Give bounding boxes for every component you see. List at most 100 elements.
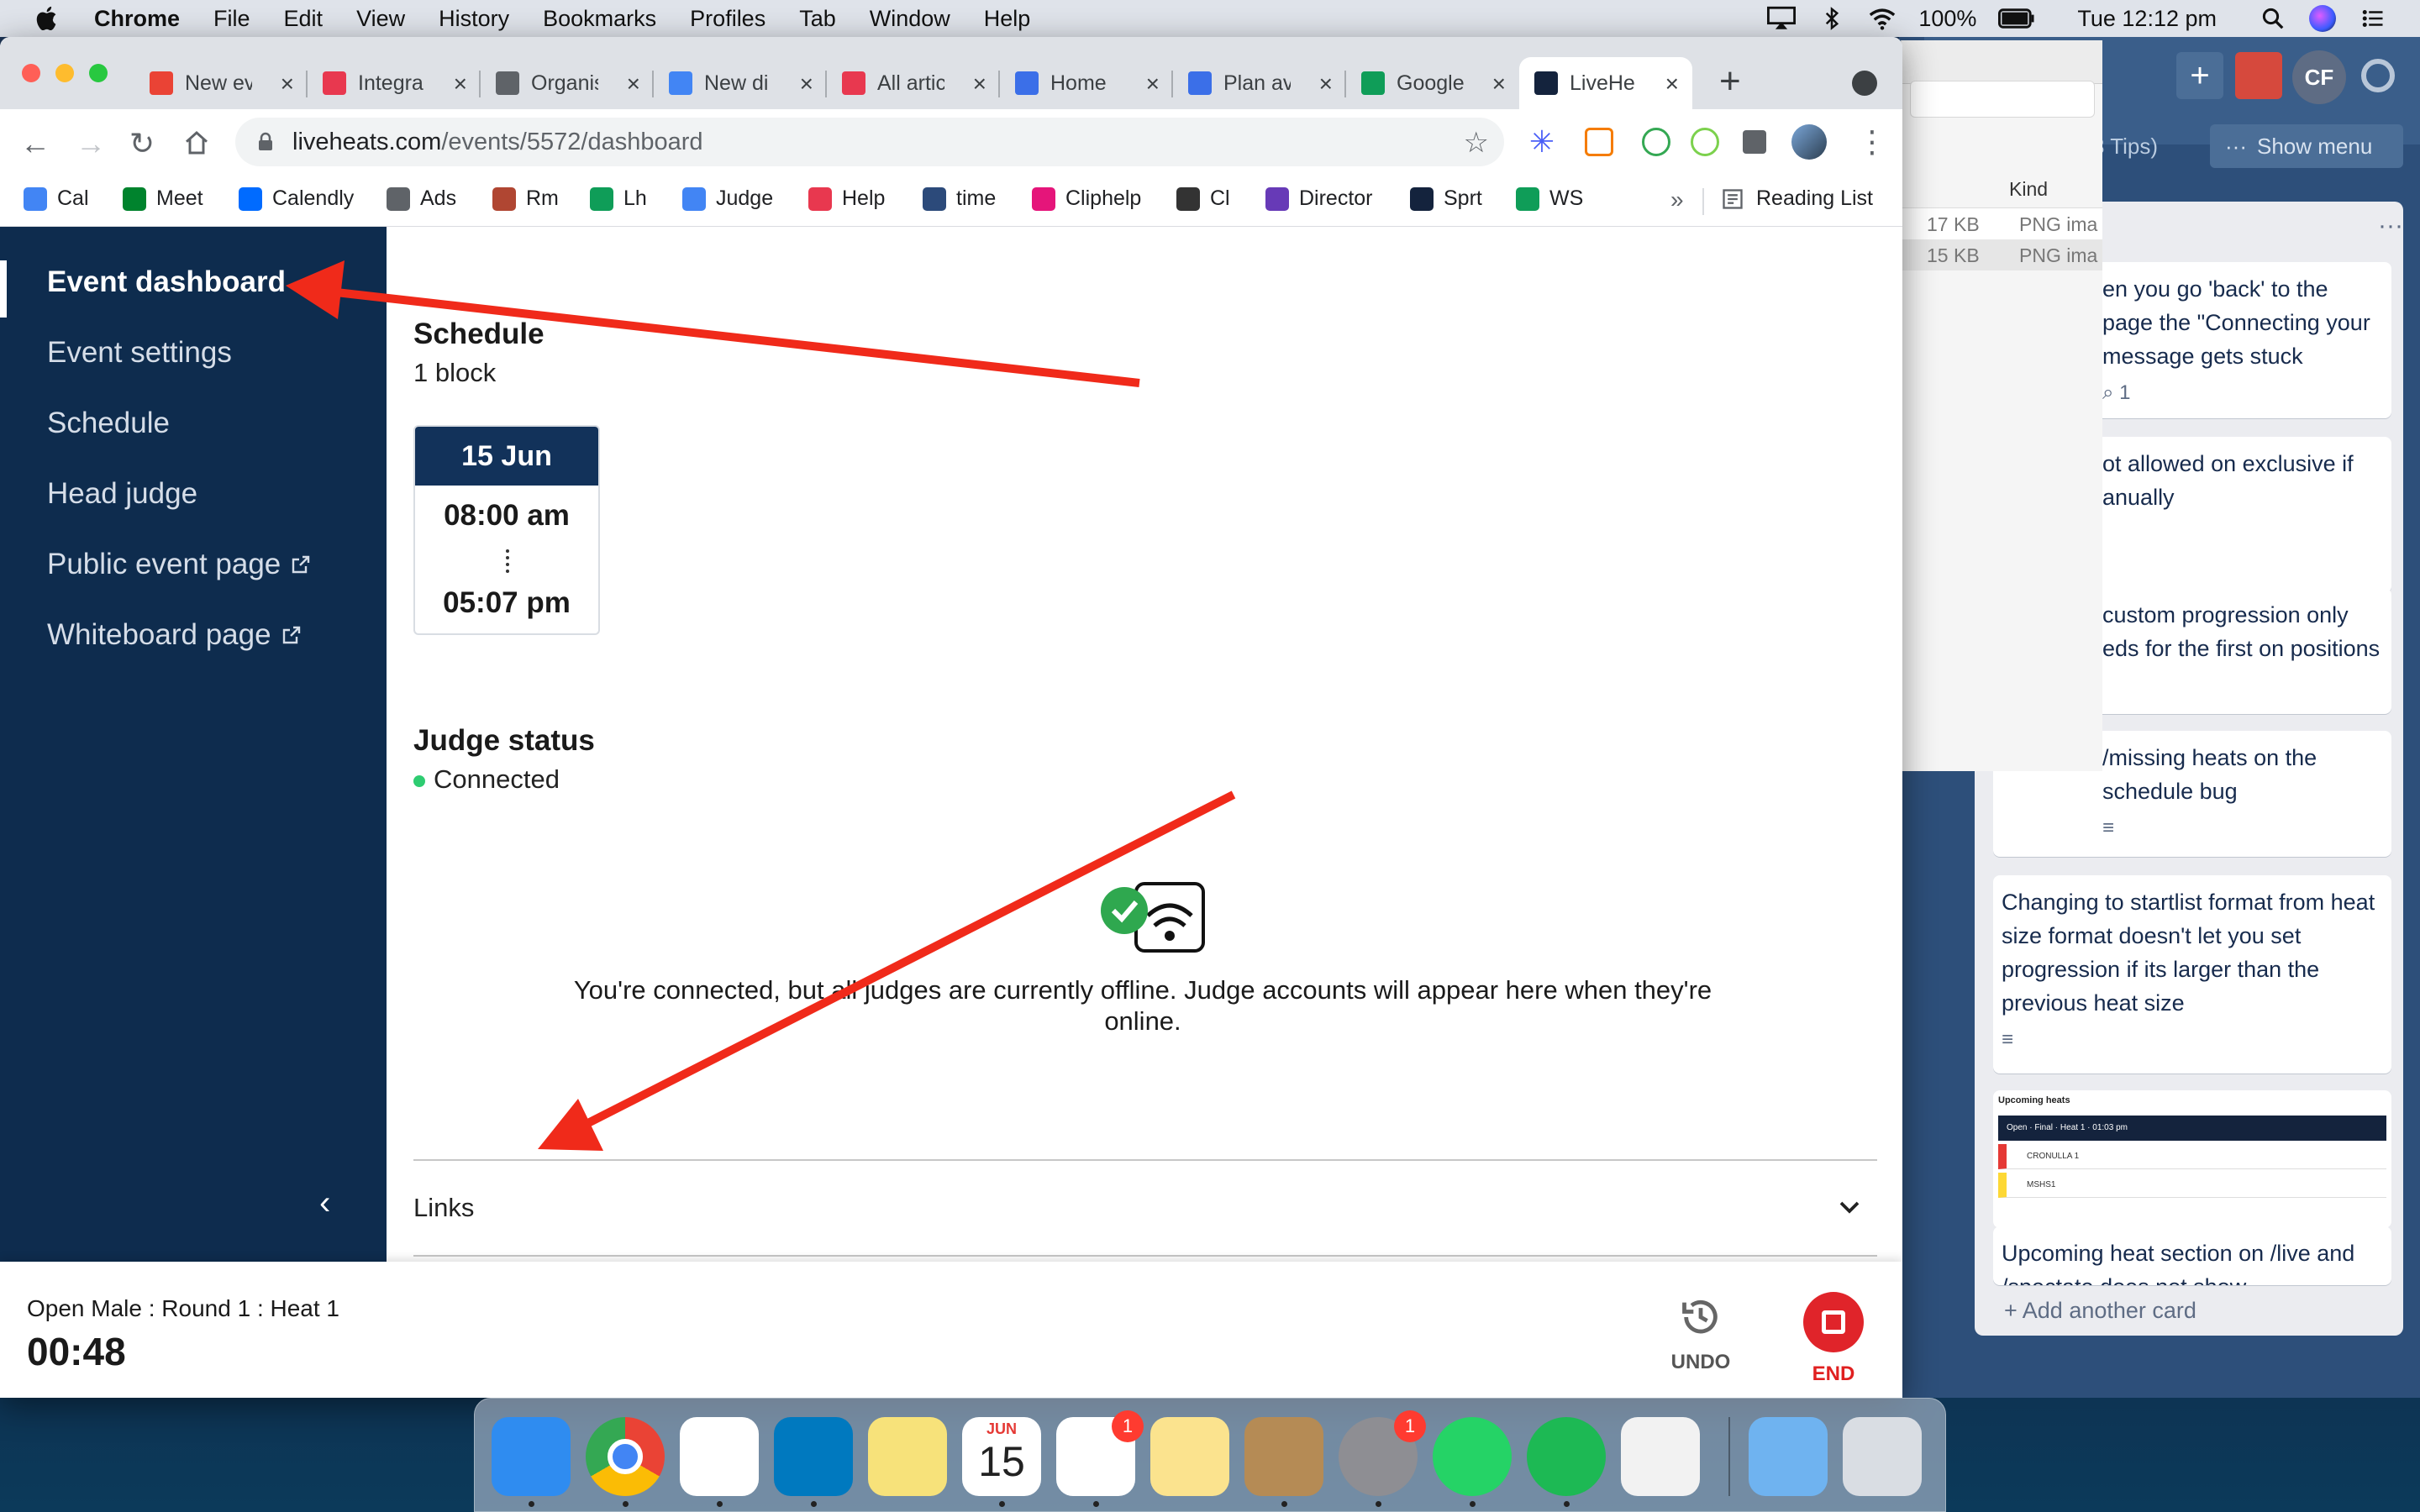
bookmark-time[interactable]: time xyxy=(923,186,996,211)
menu-history[interactable]: History xyxy=(439,6,509,32)
reading-list-button[interactable]: Reading List xyxy=(1721,186,1873,211)
zoom-window-button[interactable] xyxy=(89,64,108,82)
apple-icon[interactable] xyxy=(34,4,62,33)
trello-bell-icon[interactable] xyxy=(2235,52,2282,99)
trello-gear-icon[interactable] xyxy=(2361,59,2395,92)
spotify-icon[interactable] xyxy=(1527,1417,1606,1496)
extensions-puzzle-icon[interactable] xyxy=(1743,130,1766,154)
bookmark-calendly[interactable]: Calendly xyxy=(239,186,354,211)
tab-4[interactable]: New di × xyxy=(654,57,827,109)
kind-column-header[interactable]: Kind xyxy=(2009,178,2048,201)
back-arrow-icon[interactable]: ← xyxy=(20,126,50,161)
lock-icon[interactable] xyxy=(257,132,274,152)
file-row[interactable]: 15 KB PNG ima xyxy=(1902,239,2102,270)
textedit-icon[interactable] xyxy=(1621,1417,1700,1496)
chrome-icon[interactable] xyxy=(586,1417,665,1496)
bookmark-cl[interactable]: Cl xyxy=(1176,186,1230,211)
sidebar-item-public-event-page[interactable]: Public event page xyxy=(47,548,311,581)
finder-icon[interactable] xyxy=(492,1417,571,1496)
folder-icon[interactable] xyxy=(1749,1417,1828,1496)
spotlight-search-icon[interactable] xyxy=(2259,6,2287,31)
list-menu-icon[interactable]: ··· xyxy=(2378,212,2403,240)
bookmark-cal[interactable]: Cal xyxy=(24,186,89,211)
extension-refresh-icon[interactable] xyxy=(1691,128,1719,156)
whatsapp-icon[interactable] xyxy=(1433,1417,1512,1496)
reload-icon[interactable]: ↻ xyxy=(129,126,155,161)
show-menu-button[interactable]: ··· Show menu xyxy=(2210,124,2403,168)
siri-icon[interactable] xyxy=(2309,5,2336,32)
trash-icon[interactable] xyxy=(1843,1417,1922,1496)
tab-8[interactable]: Google × xyxy=(1346,57,1519,109)
profile-avatar[interactable] xyxy=(1791,124,1827,160)
close-tab-icon[interactable]: × xyxy=(800,71,813,97)
close-window-button[interactable] xyxy=(22,64,40,82)
sidebar-item-event-settings[interactable]: Event settings xyxy=(47,336,232,370)
menu-file[interactable]: File xyxy=(213,6,250,32)
close-tab-icon[interactable]: × xyxy=(1319,71,1333,97)
address-bar[interactable]: liveheats.com/events/5572/dashboard ☆ xyxy=(235,118,1504,166)
close-tab-icon[interactable]: × xyxy=(1492,71,1506,97)
control-center-icon[interactable] xyxy=(2358,6,2386,31)
bookmark-rm[interactable]: Rm xyxy=(492,186,559,211)
bluetooth-icon[interactable] xyxy=(1818,6,1846,31)
stickies-icon[interactable] xyxy=(868,1417,947,1496)
close-tab-icon[interactable]: × xyxy=(454,71,467,97)
menubar-clock[interactable]: Tue 12:12 pm xyxy=(2077,6,2217,32)
battery-icon[interactable] xyxy=(1998,6,2035,31)
tab-2[interactable]: Integra × xyxy=(308,57,481,109)
calendar-icon[interactable]: JUN 15 xyxy=(962,1417,1041,1496)
app-name-menu[interactable]: Chrome xyxy=(94,6,180,32)
tab-6[interactable]: Home × xyxy=(1000,57,1173,109)
bookmark-meet[interactable]: Meet xyxy=(123,186,203,211)
bookmark-director[interactable]: Director xyxy=(1265,186,1373,211)
close-tab-icon[interactable]: × xyxy=(627,71,640,97)
sidebar-item-head-judge[interactable]: Head judge xyxy=(47,477,197,511)
bookmark-star-icon[interactable]: ☆ xyxy=(1464,126,1489,160)
sidebar-item-event-dashboard[interactable]: Event dashboard xyxy=(47,265,286,299)
undo-button[interactable]: UNDO xyxy=(1647,1295,1754,1374)
add-card-button[interactable]: + Add another card xyxy=(2004,1298,2196,1324)
bookmarks-overflow-button[interactable]: » xyxy=(1670,186,1684,213)
close-tab-icon[interactable]: × xyxy=(1146,71,1160,97)
menu-tab[interactable]: Tab xyxy=(799,6,836,32)
tab-1[interactable]: New ev × xyxy=(134,57,308,109)
new-tab-button[interactable]: + xyxy=(1719,60,1741,102)
tab-search-icon[interactable] xyxy=(1852,71,1877,96)
menu-window[interactable]: Window xyxy=(870,6,950,32)
end-heat-button[interactable]: END xyxy=(1790,1292,1877,1386)
tab-3[interactable]: Organis × xyxy=(481,57,654,109)
extension-login-icon[interactable] xyxy=(1642,128,1670,156)
file-row[interactable]: 17 KB PNG ima xyxy=(1902,208,2102,239)
menu-bookmarks[interactable]: Bookmarks xyxy=(543,6,656,32)
bookmark-ads[interactable]: Ads xyxy=(387,186,456,211)
wifi-icon[interactable] xyxy=(1868,6,1897,31)
finder-search-field[interactable] xyxy=(1910,81,2095,118)
menu-help[interactable]: Help xyxy=(984,6,1031,32)
sidebar-item-schedule[interactable]: Schedule xyxy=(47,407,170,440)
contacts-icon[interactable] xyxy=(1244,1417,1323,1496)
extension-asterisk-icon[interactable]: ✳ xyxy=(1528,127,1556,157)
tab-9[interactable]: LiveHe × xyxy=(1519,57,1692,109)
chrome-menu-icon[interactable]: ⋮ xyxy=(1857,124,1887,160)
bookmark-help[interactable]: Help xyxy=(808,186,885,211)
collapse-sidebar-button[interactable]: ‹ xyxy=(319,1184,330,1222)
menu-profiles[interactable]: Profiles xyxy=(690,6,765,32)
trello-card[interactable]: Changing to startlist format from heat s… xyxy=(1993,875,2391,1074)
bookmark-lh[interactable]: Lh xyxy=(590,186,647,211)
schedule-block-card[interactable]: 15 Jun 08:00 am 05:07 pm xyxy=(413,425,600,635)
menu-view[interactable]: View xyxy=(356,6,405,32)
close-tab-icon[interactable]: × xyxy=(973,71,986,97)
menu-edit[interactable]: Edit xyxy=(284,6,324,32)
bookmark-sprt[interactable]: Sprt xyxy=(1410,186,1482,211)
close-tab-icon[interactable]: × xyxy=(281,71,294,97)
notes-icon[interactable] xyxy=(1150,1417,1229,1496)
minimize-window-button[interactable] xyxy=(55,64,74,82)
sidebar-item-whiteboard-page[interactable]: Whiteboard page xyxy=(47,618,302,652)
bookmark-cliphelp[interactable]: Cliphelp xyxy=(1032,186,1141,211)
trello-plus-button[interactable]: + xyxy=(2176,52,2223,99)
close-tab-icon[interactable]: × xyxy=(1665,71,1679,97)
forward-arrow-icon[interactable]: → xyxy=(76,126,106,161)
trello-card[interactable]: Upcoming heat section on /live and /spec… xyxy=(1993,1226,2391,1285)
extension-layout-icon[interactable] xyxy=(1585,128,1613,156)
tab-5[interactable]: All artic × xyxy=(827,57,1000,109)
